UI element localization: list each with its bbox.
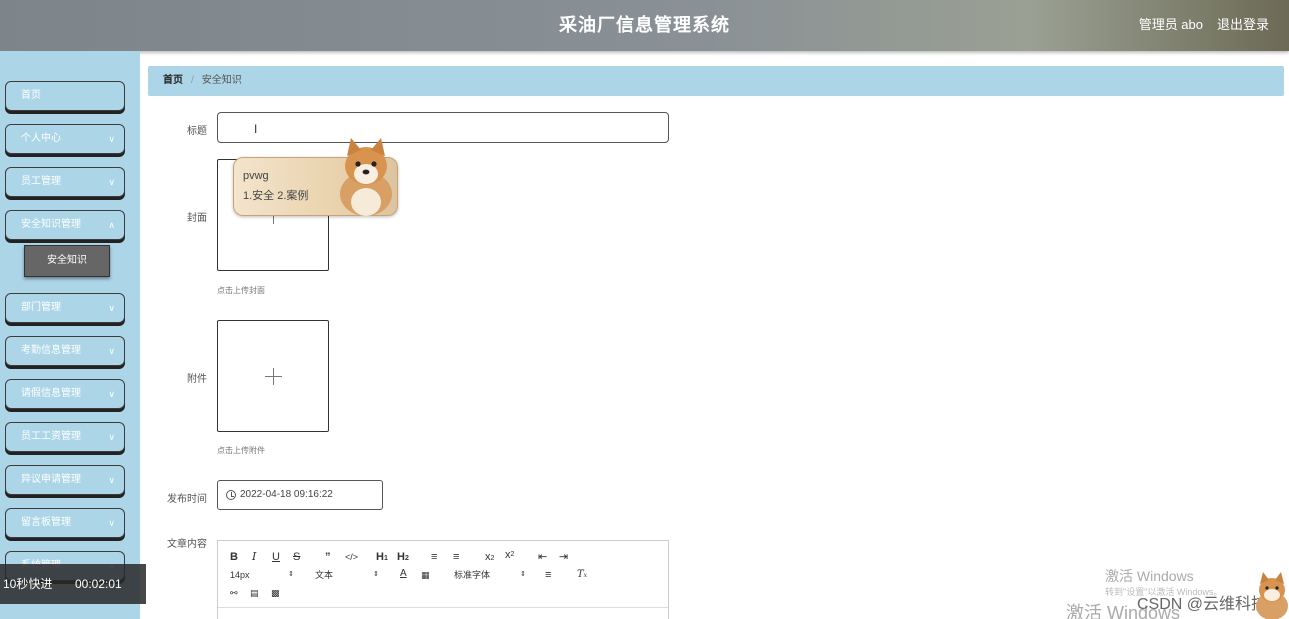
cover-upload-hint: 点击上传封面 (217, 286, 265, 295)
select-arrow-icon: ⇕ (373, 571, 379, 578)
indent-icon[interactable]: ⇥ (559, 550, 568, 564)
sidebar-item-label: 首页 (21, 90, 41, 101)
sidebar-item-leave[interactable]: 请假信息管理 ∨ (5, 379, 125, 409)
sidebar-item-message-board[interactable]: 留言板管理 ∨ (5, 508, 125, 538)
superscript-icon[interactable]: x2 (505, 548, 514, 562)
align-icon[interactable]: ≡ (545, 568, 551, 582)
code-block-icon[interactable]: </> (345, 550, 358, 564)
ime-input-code: pvwg (243, 170, 269, 182)
rich-text-editor[interactable]: B I U S ” </> H1 H2 ≡ ≡ x2 x2 ⇤ ⇥ 14px ⇕ … (217, 540, 669, 619)
chevron-down-icon: ∨ (108, 432, 115, 442)
heading2-icon[interactable]: H2 (397, 550, 409, 564)
current-user: 管理员 abo (1138, 17, 1203, 32)
logout-link[interactable]: 退出登录 (1217, 14, 1269, 33)
font-size-select[interactable]: 14px ⇕ (230, 568, 294, 582)
select-arrow-icon: ⇕ (288, 571, 294, 578)
shiba-dog-icon (340, 138, 392, 216)
link-icon[interactable]: ⚯ (230, 586, 238, 600)
sidebar-item-label: 员工工资管理 (21, 431, 81, 442)
chevron-down-icon: ∨ (108, 303, 115, 313)
subscript-icon[interactable]: x2 (485, 550, 494, 564)
font-family-select[interactable]: 标准字体 ⇕ (454, 568, 526, 582)
sidebar-item-department[interactable]: 部门管理 ∨ (5, 293, 125, 323)
title-input[interactable]: I (217, 112, 669, 143)
paragraph-select[interactable]: 文本 ⇕ (315, 568, 379, 582)
ordered-list-icon[interactable]: ≡ (431, 550, 437, 564)
video-time: 00:02:01 (75, 577, 122, 591)
breadcrumb-separator: / (191, 75, 194, 86)
header: 采油厂信息管理系统 管理员 abo 退出登录 (0, 0, 1289, 51)
select-arrow-icon: ⇕ (520, 571, 526, 578)
title-label: 标题 (187, 126, 207, 137)
sidebar-subitem-safety-knowledge[interactable]: 安全知识 (24, 245, 110, 277)
attachment-upload[interactable] (217, 320, 329, 432)
background-color-icon[interactable]: ▦ (421, 568, 430, 582)
activate-windows-watermark: 激活 Windows (1105, 568, 1194, 584)
blockquote-icon[interactable]: ” (325, 550, 331, 564)
sidebar-item-label: 请假信息管理 (21, 388, 81, 399)
bold-icon[interactable]: B (230, 550, 238, 564)
content-label: 文章内容 (167, 539, 207, 550)
chevron-down-icon: ∨ (108, 475, 115, 485)
attachment-label: 附件 (187, 374, 207, 385)
underline-icon[interactable]: U (272, 550, 280, 564)
sidebar-item-label: 考勤信息管理 (21, 345, 81, 356)
sidebar-item-objection[interactable]: 异议申请管理 ∨ (5, 465, 125, 495)
chevron-down-icon: ∨ (108, 346, 115, 356)
sidebar-item-home[interactable]: 首页 (5, 81, 125, 111)
sidebar-item-label: 异议申请管理 (21, 474, 81, 485)
image-icon[interactable]: ▤ (250, 586, 259, 600)
strikethrough-icon[interactable]: S (293, 550, 300, 564)
sidebar-item-staff[interactable]: 员工管理 ∨ (5, 167, 125, 197)
breadcrumb: 首页 / 安全知识 (148, 66, 1284, 96)
publish-time-label: 发布时间 (167, 494, 207, 505)
sidebar-item-salary[interactable]: 员工工资管理 ∨ (5, 422, 125, 452)
clear-format-icon[interactable]: Tx (577, 568, 587, 582)
sidebar-item-attendance[interactable]: 考勤信息管理 ∨ (5, 336, 125, 366)
chevron-down-icon: ∨ (108, 518, 115, 528)
bullet-list-icon[interactable]: ≡ (453, 550, 459, 564)
csdn-watermark: CSDN @云维科技 (1137, 596, 1268, 613)
chevron-up-icon: ∧ (108, 220, 115, 230)
sidebar-item-label: 员工管理 (21, 176, 61, 187)
font-size-value: 14px (230, 570, 250, 580)
sidebar-item-label: 个人中心 (21, 133, 61, 144)
cover-label: 封面 (187, 213, 207, 224)
paragraph-value: 文本 (315, 570, 334, 580)
video-progress-overlay[interactable]: 10秒快进 00:02:01 (0, 564, 146, 604)
chevron-down-icon: ∨ (108, 389, 115, 399)
sidebar-item-personal-center[interactable]: 个人中心 ∨ (5, 124, 125, 154)
ime-candidates[interactable]: 1.安全 2.案例 (243, 187, 308, 203)
outdent-icon[interactable]: ⇤ (538, 550, 547, 564)
chevron-down-icon: ∨ (108, 134, 115, 144)
sidebar-item-label: 部门管理 (21, 302, 61, 313)
attachment-upload-hint: 点击上传附件 (217, 446, 265, 455)
breadcrumb-current: 安全知识 (201, 75, 242, 86)
sidebar-item-safety-knowledge[interactable]: 安全知识管理 ∧ (5, 210, 125, 240)
video-icon[interactable]: ▩ (271, 586, 280, 600)
publish-time-picker[interactable]: 2022-04-18 09:16:22 (217, 480, 383, 510)
app-title: 采油厂信息管理系统 (559, 15, 730, 35)
breadcrumb-home[interactable]: 首页 (163, 75, 183, 86)
font-color-icon[interactable]: A (400, 567, 407, 581)
sidebar: 首页 个人中心 ∨ 员工管理 ∨ 安全知识管理 ∧ 安全知识 部门管理 ∨ 考勤信息管理… (0, 51, 140, 619)
clock-icon (226, 490, 236, 500)
sidebar-item-label: 安全知识管理 (21, 219, 81, 230)
fast-forward-label[interactable]: 10秒快进 (3, 564, 52, 604)
sidebar-item-label: 留言板管理 (21, 517, 71, 528)
heading1-icon[interactable]: H1 (376, 550, 388, 564)
publish-time-value: 2022-04-18 09:16:22 (240, 489, 333, 500)
italic-icon[interactable]: I (252, 550, 256, 564)
text-cursor-icon: I (254, 122, 258, 136)
shiba-dog-icon (1256, 572, 1288, 619)
ime-candidate-popup: pvwg 1.安全 2.案例 (233, 138, 398, 216)
font-family-value: 标准字体 (454, 570, 491, 580)
chevron-down-icon: ∨ (108, 177, 115, 187)
